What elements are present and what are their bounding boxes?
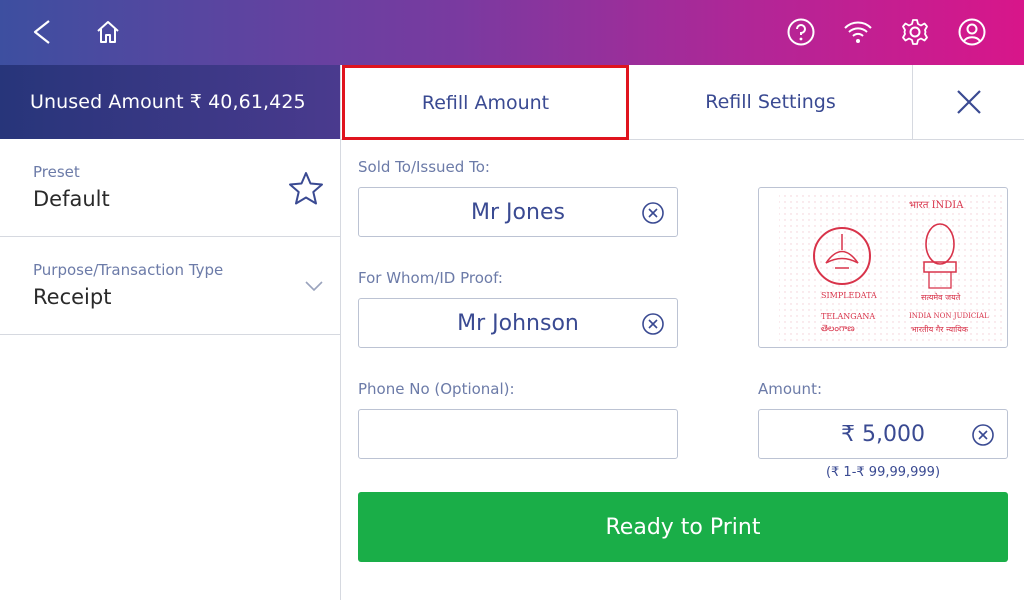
tab-refill-settings-label: Refill Settings xyxy=(705,91,836,113)
for-whom-value: Mr Johnson xyxy=(457,310,579,336)
preset-selector[interactable]: Preset Default xyxy=(0,139,340,237)
phone-field[interactable] xyxy=(358,409,678,459)
tab-bar: Refill Amount Refill Settings xyxy=(341,65,1024,140)
tab-refill-amount[interactable]: Refill Amount xyxy=(342,65,629,140)
stamp-left-line2: TELANGANA xyxy=(821,312,876,321)
tab-refill-settings[interactable]: Refill Settings xyxy=(629,65,912,139)
ready-to-print-label: Ready to Print xyxy=(605,514,761,540)
top-bar xyxy=(0,0,1024,65)
unused-amount-banner: Unused Amount ₹ 40,61,425 xyxy=(0,65,340,139)
clear-icon[interactable] xyxy=(641,201,665,225)
stamp-top-text: भारत INDIA xyxy=(909,200,964,211)
star-icon[interactable] xyxy=(288,171,324,209)
stamp-right-line3: भारतीय गैर न्यायिक xyxy=(911,325,969,334)
clear-icon[interactable] xyxy=(971,423,995,447)
help-icon[interactable] xyxy=(783,14,819,50)
tab-refill-amount-label: Refill Amount xyxy=(421,91,550,114)
chevron-down-icon[interactable] xyxy=(304,277,324,296)
close-icon xyxy=(956,90,981,114)
close-button[interactable] xyxy=(912,65,1024,139)
amount-field[interactable]: ₹ 5,000 xyxy=(758,409,1008,459)
wifi-icon[interactable] xyxy=(840,14,876,50)
back-icon[interactable] xyxy=(24,14,60,50)
home-icon[interactable] xyxy=(90,14,126,50)
amount-label: Amount: xyxy=(758,380,822,398)
clear-icon[interactable] xyxy=(641,312,665,336)
sold-to-label: Sold To/Issued To: xyxy=(358,158,490,176)
phone-label: Phone No (Optional): xyxy=(358,380,515,398)
settings-icon[interactable] xyxy=(897,14,933,50)
purpose-label: Purpose/Transaction Type xyxy=(33,261,224,279)
sold-to-value: Mr Jones xyxy=(471,199,565,225)
left-panel: Unused Amount ₹ 40,61,425 Preset Default… xyxy=(0,65,341,600)
account-icon[interactable] xyxy=(954,14,990,50)
stamp-background xyxy=(779,192,1005,342)
sold-to-field[interactable]: Mr Jones xyxy=(358,187,678,237)
amount-range: (₹ 1-₹ 99,99,999) xyxy=(825,465,941,480)
for-whom-field[interactable]: Mr Johnson xyxy=(358,298,678,348)
purpose-value: Receipt xyxy=(33,285,112,309)
purpose-selector[interactable]: Purpose/Transaction Type Receipt xyxy=(0,237,340,335)
ready-to-print-button[interactable]: Ready to Print xyxy=(358,492,1008,562)
stamp-right-line2: INDIA NON JUDICIAL xyxy=(909,312,989,320)
for-whom-label: For Whom/ID Proof: xyxy=(358,269,503,287)
stamp-left-line3: తెలంగాణ xyxy=(821,324,855,334)
stamp-preview: भारत INDIA SIMPLEDATA TELANGANA తెలంగాణ … xyxy=(758,187,1008,348)
unused-amount-text: Unused Amount ₹ 40,61,425 xyxy=(30,91,306,113)
stamp-left-line1: SIMPLEDATA xyxy=(821,291,877,300)
stamp-right-line1: सत्यमेव जयते xyxy=(921,293,961,302)
amount-value: ₹ 5,000 xyxy=(841,421,925,447)
